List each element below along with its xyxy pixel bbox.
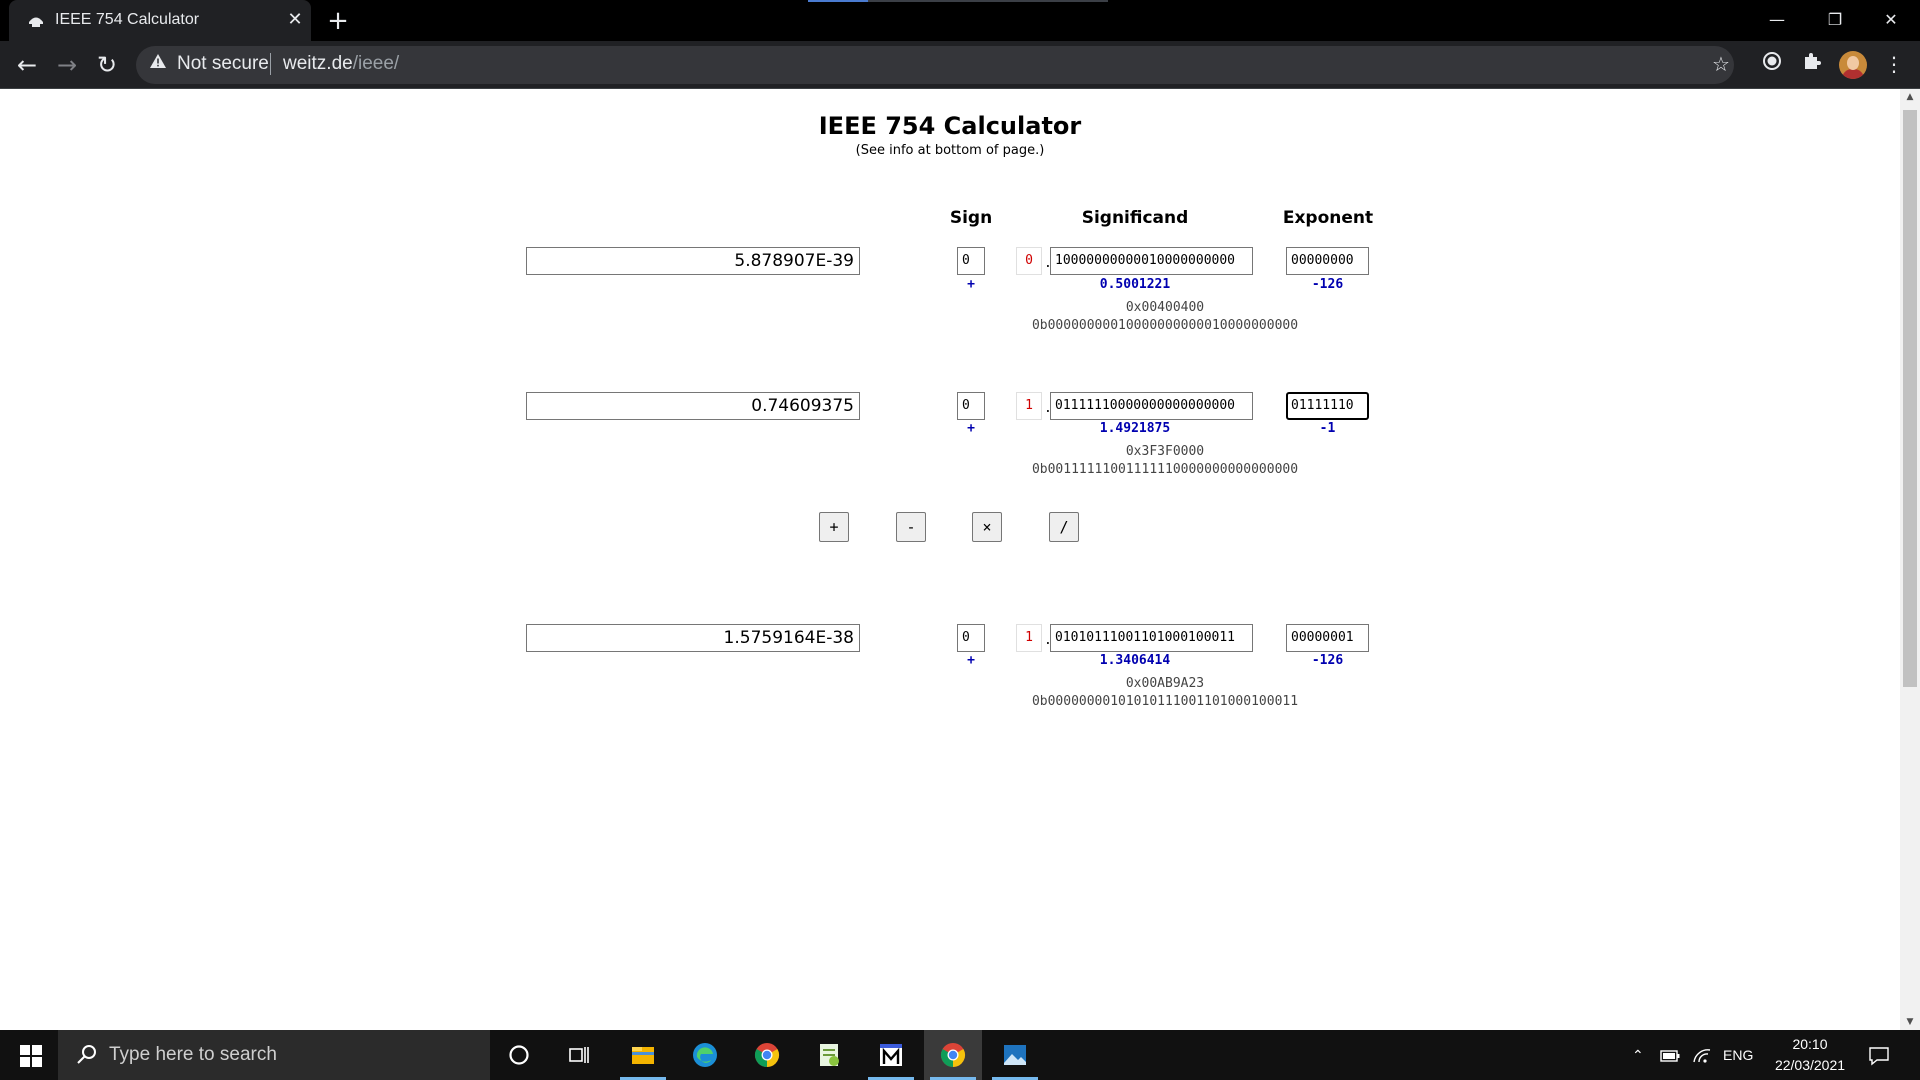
exponent-value-1: -126: [1311, 277, 1344, 292]
decimal-input-2[interactable]: [526, 392, 860, 420]
tab-close-icon[interactable]: ✕: [284, 9, 306, 31]
hidden-bit-1[interactable]: 0: [1016, 247, 1042, 275]
binary-value-1: 0b00000000010000000000010000000000: [1031, 318, 1299, 333]
scroll-up-arrow[interactable]: ▲: [1900, 89, 1920, 105]
clock-date: 22/03/2021: [1774, 1057, 1846, 1073]
windows-taskbar: Type here to search ⌃ ENG 20:10 22/03/20: [0, 1030, 1920, 1080]
multiply-button[interactable]: ×: [972, 512, 1002, 542]
sign-header: Sign: [949, 208, 993, 228]
exponent-bits-input-3[interactable]: 00000001: [1286, 624, 1369, 652]
wifi-icon[interactable]: [1692, 1030, 1712, 1080]
binary-value-2: 0b00111111001111110000000000000000: [1031, 462, 1299, 477]
windows-logo-tile: [20, 1057, 30, 1067]
binary-value-3: 0b00000000101010111001101000100011: [1031, 694, 1299, 709]
significand-value-2: 1.4921875: [1099, 421, 1171, 436]
hex-value-1: 0x00400400: [1125, 300, 1205, 315]
tab-title: IEEE 754 Calculator: [55, 11, 200, 28]
page-content: [0, 89, 1900, 1030]
avatar-face: [1847, 56, 1859, 70]
edge-icon[interactable]: [676, 1030, 734, 1080]
start-button[interactable]: [0, 1030, 58, 1080]
photos-icon[interactable]: [986, 1030, 1044, 1080]
hex-value-2: 0x3F3F0000: [1125, 444, 1205, 459]
sign-symbol-1: +: [967, 277, 975, 292]
decimal-input-1[interactable]: [526, 247, 860, 275]
reload-button[interactable]: ↻: [91, 49, 123, 81]
tab-strip-indicator-active: [808, 0, 868, 2]
sign-bit-input-1[interactable]: 0: [957, 247, 985, 275]
significand-bits-input-3[interactable]: 01010111001101000100011: [1050, 624, 1253, 652]
calculator-favicon-icon: [27, 12, 45, 28]
close-window-button[interactable]: ✕: [1862, 0, 1920, 41]
significand-bits-input-2[interactable]: 01111110000000000000000: [1050, 392, 1253, 420]
search-placeholder: Type here to search: [109, 1044, 277, 1065]
exponent-value-2: -1: [1319, 421, 1336, 436]
clock[interactable]: 20:10 22/03/2021: [1760, 1034, 1860, 1076]
address-separator: [270, 53, 271, 75]
taskbar-search[interactable]: Type here to search: [58, 1030, 490, 1080]
significand-header: Significand: [1081, 208, 1189, 228]
sign-bit-input-3[interactable]: 0: [957, 624, 985, 652]
add-button[interactable]: +: [819, 512, 849, 542]
avatar-shirt: [1842, 69, 1864, 79]
security-status[interactable]: Not secure: [177, 53, 269, 75]
more-menu-icon[interactable]: ⋮: [1880, 50, 1908, 78]
url-path: /ieee/: [352, 53, 400, 74]
chrome-icon[interactable]: [738, 1030, 796, 1080]
url-host: weitz.de: [283, 53, 353, 74]
hidden-bit-3[interactable]: 1: [1016, 624, 1042, 652]
exponent-value-3: -126: [1311, 653, 1344, 668]
windows-logo-tile: [32, 1045, 42, 1055]
hex-value-3: 0x00AB9A23: [1125, 676, 1205, 691]
windows-logo-tile: [20, 1045, 30, 1055]
clock-time: 20:10: [1792, 1036, 1828, 1052]
windows-logo-tile: [32, 1057, 42, 1067]
forward-button[interactable]: →: [51, 49, 83, 81]
sign-symbol-3: +: [967, 653, 975, 668]
app-m-icon[interactable]: [862, 1030, 920, 1080]
task-view-icon[interactable]: [550, 1030, 608, 1080]
search-icon: [76, 1043, 100, 1067]
scrollbar-thumb[interactable]: [1903, 110, 1917, 687]
bookmark-star-icon[interactable]: ☆: [1707, 50, 1735, 78]
notepad-plus-icon[interactable]: [800, 1030, 858, 1080]
notification-icon[interactable]: [1868, 1030, 1890, 1080]
significand-value-1: 0.5001221: [1099, 277, 1171, 292]
sign-bit-input-2[interactable]: 0: [957, 392, 985, 420]
browser-tab-bar: IEEE 754 Calculator ✕ + — ❐ ✕: [0, 0, 1920, 41]
restore-button[interactable]: ❐: [1806, 0, 1864, 41]
subtract-button[interactable]: -: [896, 512, 926, 542]
profile-avatar[interactable]: [1839, 51, 1867, 79]
divide-button[interactable]: /: [1049, 512, 1079, 542]
file-explorer-icon[interactable]: [614, 1030, 672, 1080]
hidden-bit-2[interactable]: 1: [1016, 392, 1042, 420]
warning-icon[interactable]: [148, 53, 168, 73]
chrome-active-icon[interactable]: [924, 1030, 982, 1080]
exponent-header: Exponent: [1282, 208, 1374, 228]
significand-value-3: 1.3406414: [1099, 653, 1171, 668]
page-subtitle: (See info at bottom of page.): [855, 143, 1045, 158]
language-indicator[interactable]: ENG: [1723, 1030, 1753, 1080]
minimize-button[interactable]: —: [1748, 0, 1806, 41]
new-tab-button[interactable]: +: [325, 8, 351, 34]
puzzle-icon[interactable]: [1798, 50, 1826, 78]
show-hidden-icons-icon[interactable]: ⌃: [1632, 1030, 1644, 1080]
page-title: IEEE 754 Calculator: [818, 112, 1082, 140]
sign-symbol-2: +: [967, 421, 975, 436]
significand-bits-input-1[interactable]: 10000000000010000000000: [1050, 247, 1253, 275]
battery-icon[interactable]: [1660, 1030, 1680, 1080]
browser-tab[interactable]: IEEE 754 Calculator ✕: [9, 0, 311, 41]
exponent-bits-input-1[interactable]: 00000000: [1286, 247, 1369, 275]
decimal-input-3[interactable]: [526, 624, 860, 652]
cortana-icon[interactable]: [490, 1030, 548, 1080]
scroll-down-arrow[interactable]: ▼: [1900, 1014, 1920, 1030]
extension-record-icon[interactable]: [1758, 50, 1786, 78]
exponent-bits-input-2[interactable]: 01111110: [1286, 392, 1369, 420]
url-text[interactable]: weitz.de/ieee/: [283, 53, 399, 75]
back-button[interactable]: ←: [11, 49, 43, 81]
